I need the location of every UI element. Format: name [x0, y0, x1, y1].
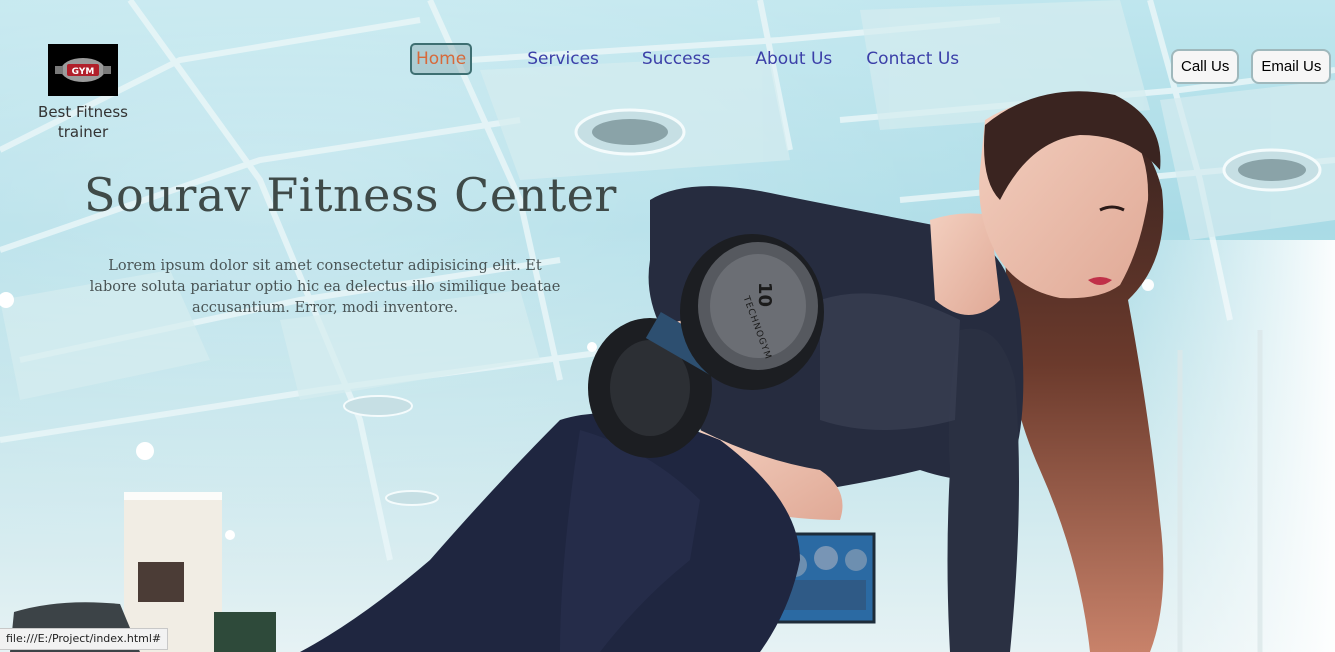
- nav-link-success[interactable]: Success: [642, 49, 710, 69]
- nav-link-contact-us[interactable]: Contact Us: [866, 49, 959, 69]
- contact-buttons: Call Us Email Us: [1171, 49, 1332, 84]
- nav-link-home[interactable]: Home: [410, 43, 473, 75]
- dumbbell-number: 10: [754, 281, 776, 308]
- main-nav: Home Services Success About Us Contact U…: [410, 43, 959, 75]
- browser-status-url: file:///E:/Project/index.html#: [0, 628, 169, 650]
- email-us-button[interactable]: Email Us: [1251, 49, 1332, 84]
- hero-background-photo: 10 TECHNOGYM: [0, 0, 1335, 652]
- hero-description: Lorem ipsum dolor sit amet consectetur a…: [89, 258, 561, 316]
- brand: GYM Best Fitness trainer: [30, 44, 136, 142]
- woman-lifting-dumbbell-photo: [0, 0, 1335, 652]
- brand-tagline: Best Fitness trainer: [38, 103, 128, 141]
- gym-logo-icon[interactable]: GYM: [48, 44, 118, 96]
- gym-logo-icon-graphic: GYM: [55, 58, 111, 82]
- logo-text: GYM: [72, 67, 95, 77]
- nav-link-services[interactable]: Services: [527, 49, 599, 69]
- call-us-button[interactable]: Call Us: [1171, 49, 1240, 84]
- nav-link-about-us[interactable]: About Us: [755, 49, 832, 69]
- hero-title: Sourav Fitness Center: [84, 168, 617, 222]
